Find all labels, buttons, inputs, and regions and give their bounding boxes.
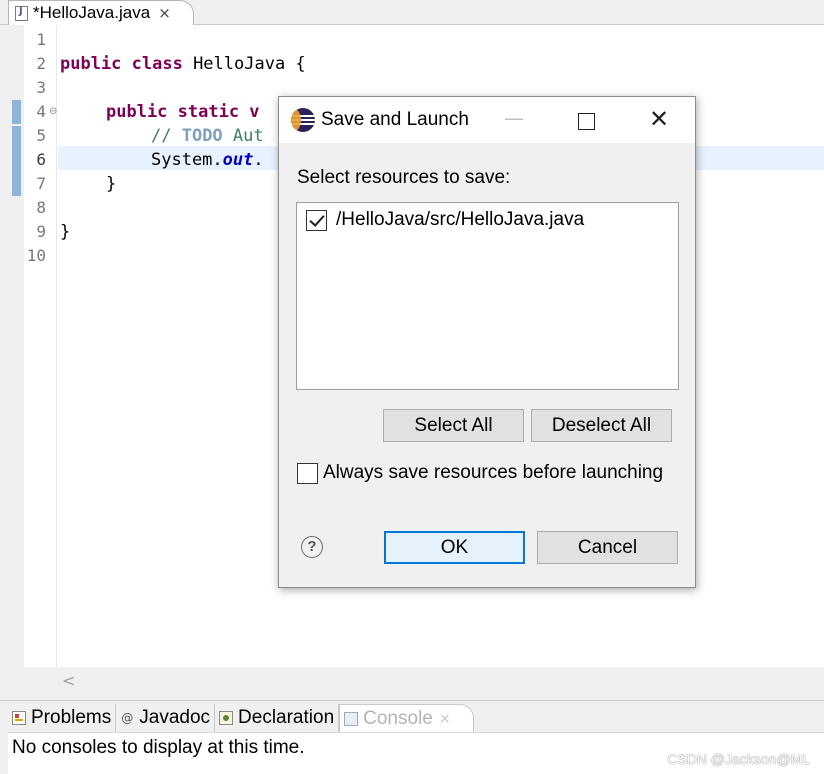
javadoc-at-icon: @ [121,711,134,725]
code-text: HelloJava { [182,54,306,74]
resource-path: /HelloJava/src/HelloJava.java [336,209,585,230]
editor-tab-label: *HelloJava.java [33,3,151,22]
view-tab-strip: Problems @ Javadoc Declaration Console × [8,704,474,732]
code-comment: Aut [222,126,264,146]
declaration-icon [219,711,234,725]
code-line-5: // TODO Aut [151,124,264,148]
resource-list[interactable]: /HelloJava/src/HelloJava.java [296,202,679,390]
horizontal-scrollbar[interactable]: < [24,667,824,695]
console-message: No consoles to display at this time. [12,737,305,758]
change-marker [12,100,21,124]
line-number: 1 [36,30,46,49]
list-item[interactable]: /HelloJava/src/HelloJava.java [306,209,584,231]
watermark: CSDN @Jackson@ML [667,751,810,767]
problems-icon [12,711,26,725]
line-number: 9 [36,222,46,241]
line-number: 2 [36,54,46,73]
code-text: . [253,150,264,170]
code-line-7: } [106,174,117,194]
line-number: 3 [36,78,46,97]
line-number: 4 [36,102,46,121]
save-and-launch-dialog: Save and Launch — ✕ Select resources to … [278,96,696,588]
line-number: 8 [36,198,46,217]
always-save-checkbox[interactable] [297,462,318,484]
always-save-label: Always save resources before launching [323,462,664,483]
change-ruler [10,100,23,196]
cancel-button[interactable]: Cancel [537,531,678,564]
tab-console[interactable]: Console × [339,704,474,732]
code-line-9: } [60,222,71,242]
line-number: 6 [36,150,46,169]
line-number: 10 [26,246,46,265]
ok-button[interactable]: OK [384,531,525,564]
close-icon[interactable]: × [158,4,171,22]
code-keyword: public static [106,102,240,122]
deselect-all-button[interactable]: Deselect All [531,409,672,442]
tab-label: Problems [31,707,112,728]
left-gutter [0,25,24,667]
editor-tab-strip: *HelloJava.java × [0,0,824,25]
resource-checkbox[interactable] [306,209,327,231]
always-save-option[interactable]: Always save resources before launching [297,462,663,484]
maximize-button[interactable] [571,105,601,135]
code-keyword: v [239,102,260,122]
line-number: 7 [36,174,46,193]
help-icon[interactable]: ? [301,536,323,558]
tab-label: Javadoc [139,707,211,728]
select-all-button[interactable]: Select All [383,409,524,442]
tab-javadoc[interactable]: @ Javadoc [116,704,216,732]
eclipse-logo-icon [291,108,315,132]
code-keyword: public class [60,54,183,74]
editor-tab-hellojava[interactable]: *HelloJava.java × [8,0,194,25]
line-number-ruler: 1 2 3 4 5 6 7 8 9 10 [24,25,57,667]
java-file-icon [15,5,28,21]
scroll-left-arrow-icon[interactable]: < [62,671,75,690]
tab-label: Declaration [238,707,335,728]
select-resources-label: Select resources to save: [297,167,511,188]
line-number: 5 [36,126,46,145]
bottom-views-panel: Problems @ Javadoc Declaration Console ×… [0,700,824,774]
fold-collapse-icon[interactable]: ⊖ [49,106,57,117]
tab-problems[interactable]: Problems [8,704,117,732]
code-line-2: public class HelloJava { [60,52,306,76]
console-monitor-icon [344,711,359,726]
minimize-button[interactable]: — [499,105,529,135]
code-todo-tag: TODO [181,126,223,146]
tab-label: Console [363,707,433,729]
code-text: System. [151,150,223,170]
close-button[interactable]: ✕ [644,105,674,135]
code-comment: // [151,126,182,146]
dialog-titlebar[interactable]: Save and Launch — ✕ [279,97,695,143]
close-icon[interactable]: × [439,711,451,727]
tab-declaration[interactable]: Declaration [215,704,340,732]
code-field: out [222,150,254,170]
code-line-6: System.out. [151,148,264,172]
change-marker [12,126,21,196]
dialog-title: Save and Launch [321,109,469,130]
code-line-4: public static v [106,100,260,124]
